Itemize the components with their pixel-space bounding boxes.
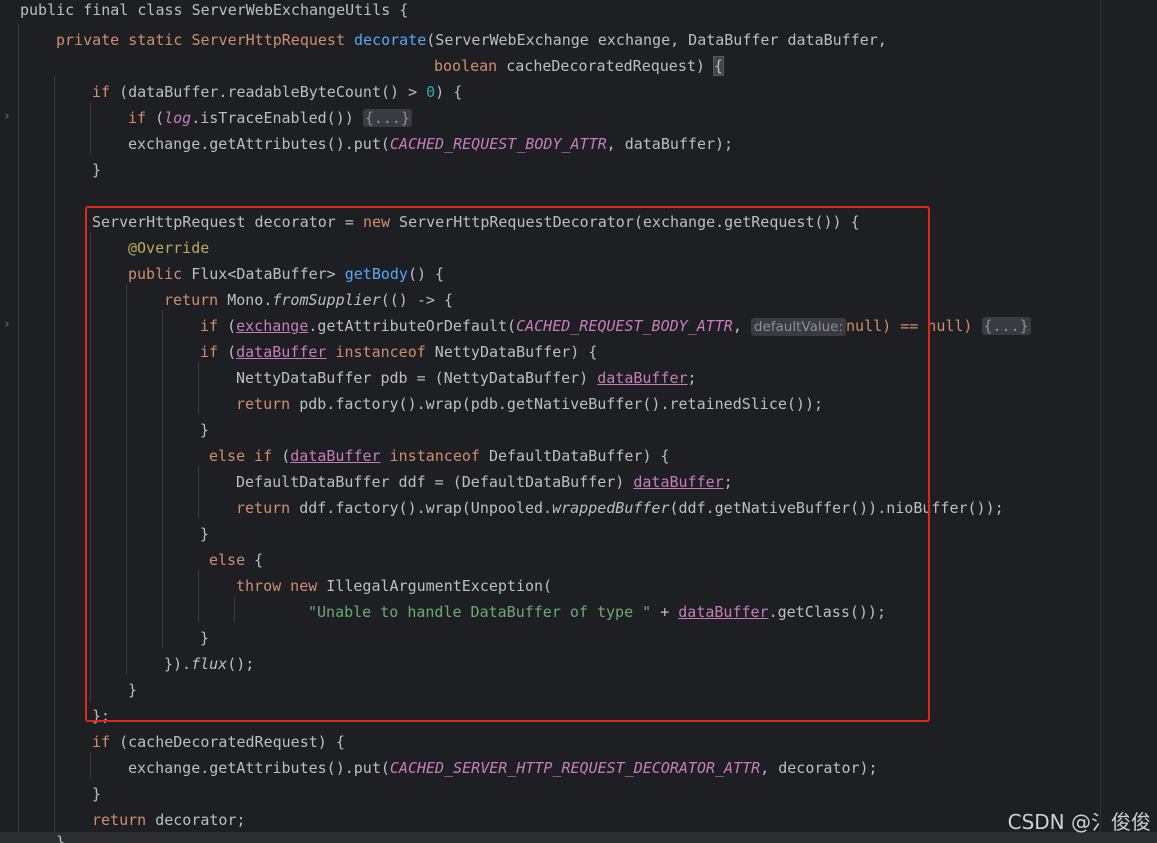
code-editor[interactable]: › › public final class ServerWebExchange… xyxy=(0,0,1157,843)
code-line-5[interactable]: exchange.getAttributes().put(CACHED_REQU… xyxy=(128,131,733,157)
code-line-1[interactable]: private static ServerHttpRequest decorat… xyxy=(56,27,887,53)
code-line-30[interactable]: } xyxy=(92,781,101,807)
code-line-3[interactable]: if (dataBuffer.readableByteCount() > 0) … xyxy=(92,79,462,105)
indent-guide xyxy=(90,102,91,154)
bottom-strip: } xyxy=(0,832,1157,843)
code-line-29[interactable]: exchange.getAttributes().put(CACHED_SERV… xyxy=(128,755,878,781)
indent-guide xyxy=(90,752,91,778)
folded-code-block[interactable]: {...} xyxy=(981,317,1031,335)
fold-expand-icon[interactable]: › xyxy=(3,312,13,338)
code-line-6[interactable]: } xyxy=(92,157,101,183)
code-line-31[interactable]: return decorator; xyxy=(92,807,246,833)
code-line-4[interactable]: if (log.isTraceEnabled()) {...} xyxy=(128,105,412,131)
indent-guide xyxy=(18,24,19,832)
red-highlight-box xyxy=(85,206,930,722)
code-line-2[interactable]: boolean cacheDecoratedRequest) { xyxy=(434,53,725,79)
folded-code-block[interactable]: {...} xyxy=(362,109,412,127)
fold-expand-icon[interactable]: › xyxy=(3,104,13,130)
code-line-28[interactable]: if (cacheDecoratedRequest) { xyxy=(92,729,345,755)
watermark: CSDN @氵俊俊 xyxy=(1007,810,1151,834)
code-line-0[interactable]: public final class ServerWebExchangeUtil… xyxy=(20,0,408,23)
code-line-32[interactable]: } xyxy=(56,829,65,843)
right-margin-line xyxy=(1100,0,1101,843)
indent-guide xyxy=(54,76,55,832)
